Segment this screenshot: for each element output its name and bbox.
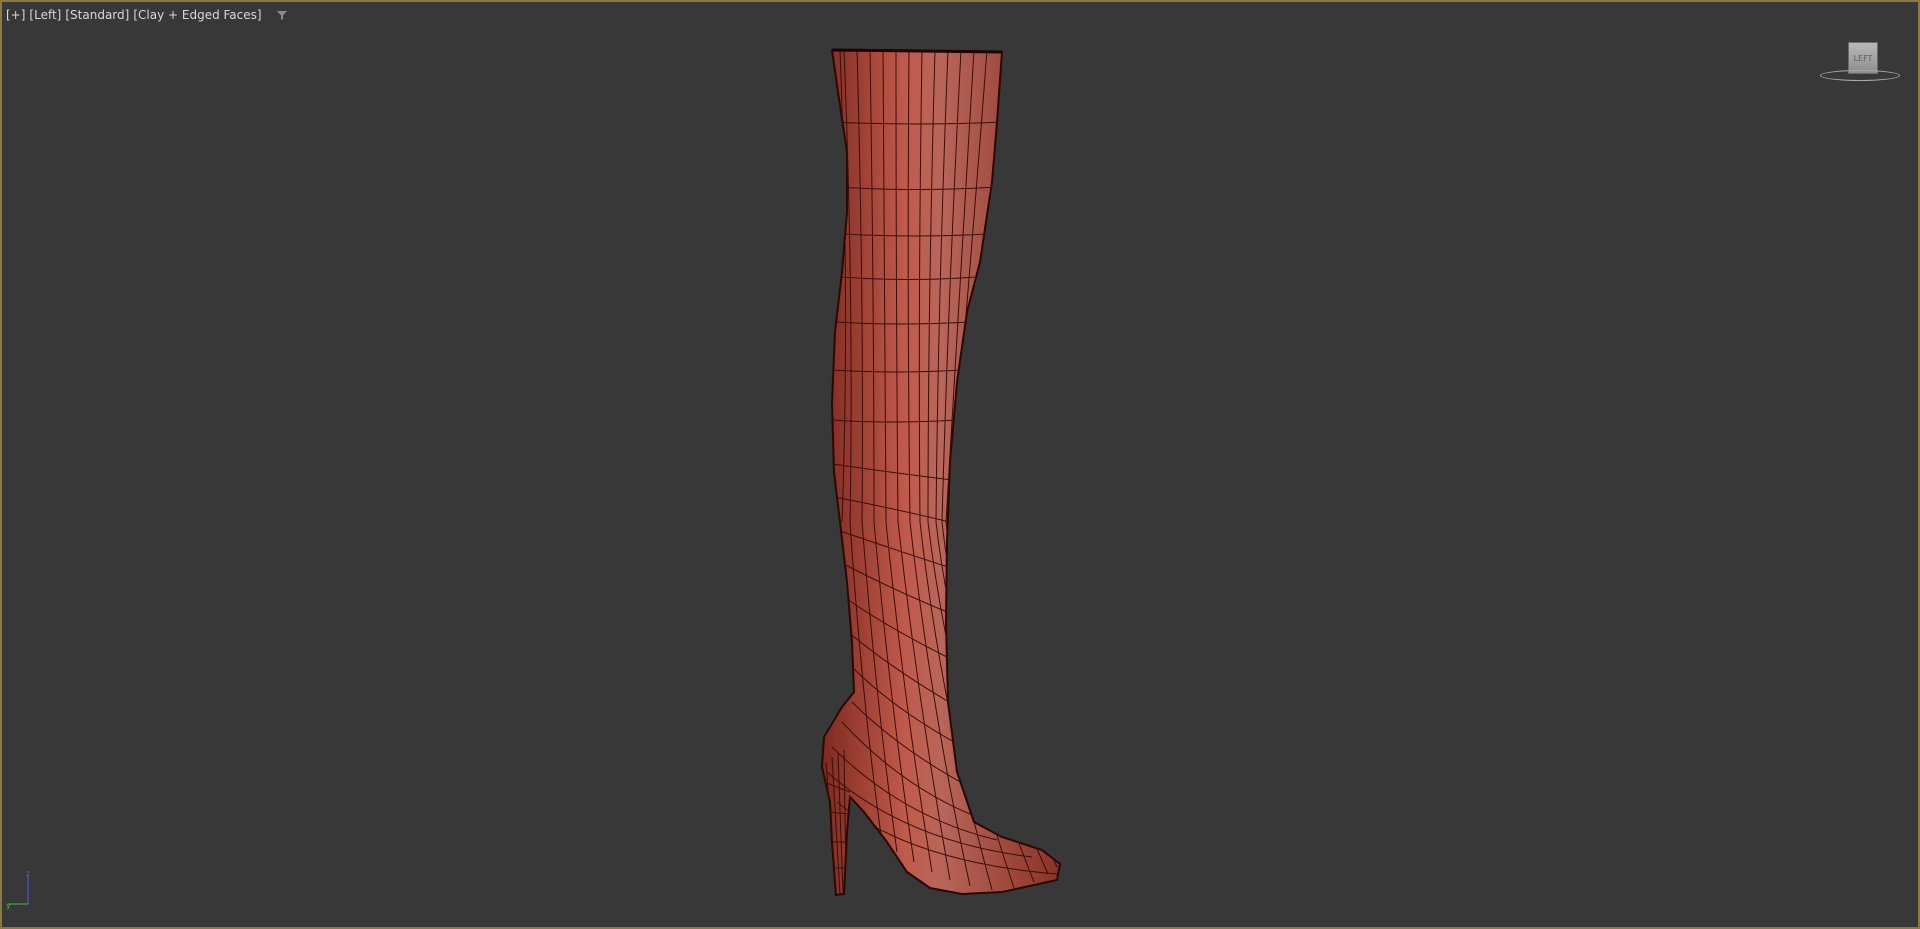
boot-mesh-model[interactable] [2,2,1918,927]
boot-surface [820,48,1062,897]
axis-y-label: y [6,901,11,910]
boot-opening-rim [831,48,1003,54]
axis-z-label: z [26,870,30,878]
axis-tripod-gizmo: z y [6,870,30,910]
perspective-viewport[interactable]: [+] [Left] [Standard] [Clay + Edged Face… [0,0,1920,929]
